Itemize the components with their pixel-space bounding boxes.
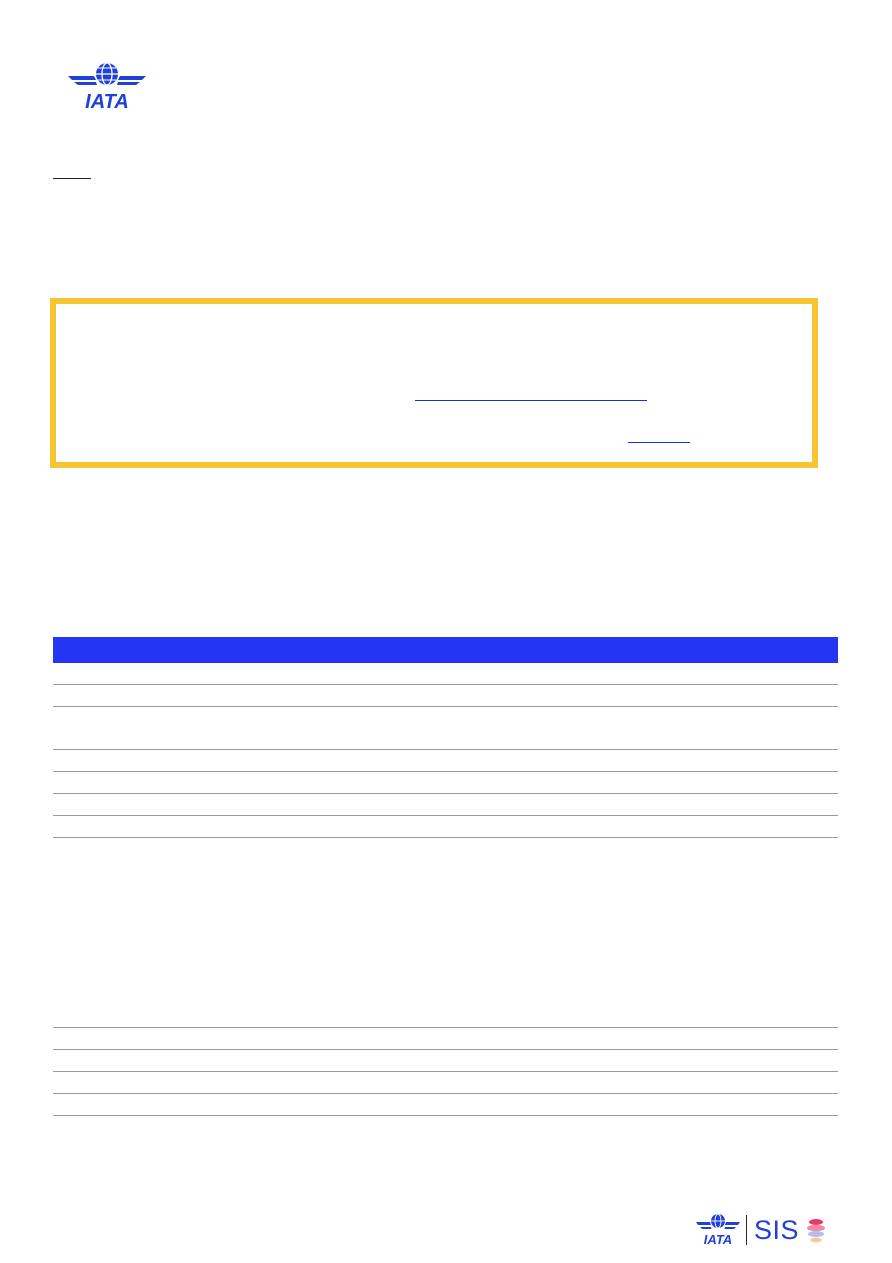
table-row [53, 838, 838, 1028]
table-row [53, 794, 838, 816]
footer-iata-logo-icon: IATA [696, 1213, 740, 1247]
header-link[interactable] [53, 160, 91, 179]
table-row [53, 1028, 838, 1050]
data-table [53, 637, 838, 1116]
footer-product-name: SIS [754, 1215, 800, 1245]
table-row [53, 816, 838, 838]
sis-globe-icon [807, 1219, 826, 1243]
table-row [53, 663, 838, 685]
footer-brand: IATA SIS [695, 1210, 837, 1250]
notice-link-primary[interactable] [415, 384, 647, 401]
table-row [53, 685, 838, 707]
table-header [53, 637, 838, 663]
table-row [53, 772, 838, 794]
svg-text:IATA: IATA [704, 1232, 732, 1247]
table-row [53, 1094, 838, 1116]
iata-logo-icon: IATA [68, 62, 146, 112]
svg-text:IATA: IATA [85, 91, 129, 112]
footer-divider [746, 1215, 747, 1245]
notice-link-secondary[interactable] [628, 426, 690, 443]
table-row [53, 1050, 838, 1072]
table-row [53, 750, 838, 772]
notice-box [50, 298, 818, 468]
table-row [53, 707, 838, 750]
table-row [53, 1072, 838, 1094]
iata-logo: IATA [66, 60, 148, 112]
